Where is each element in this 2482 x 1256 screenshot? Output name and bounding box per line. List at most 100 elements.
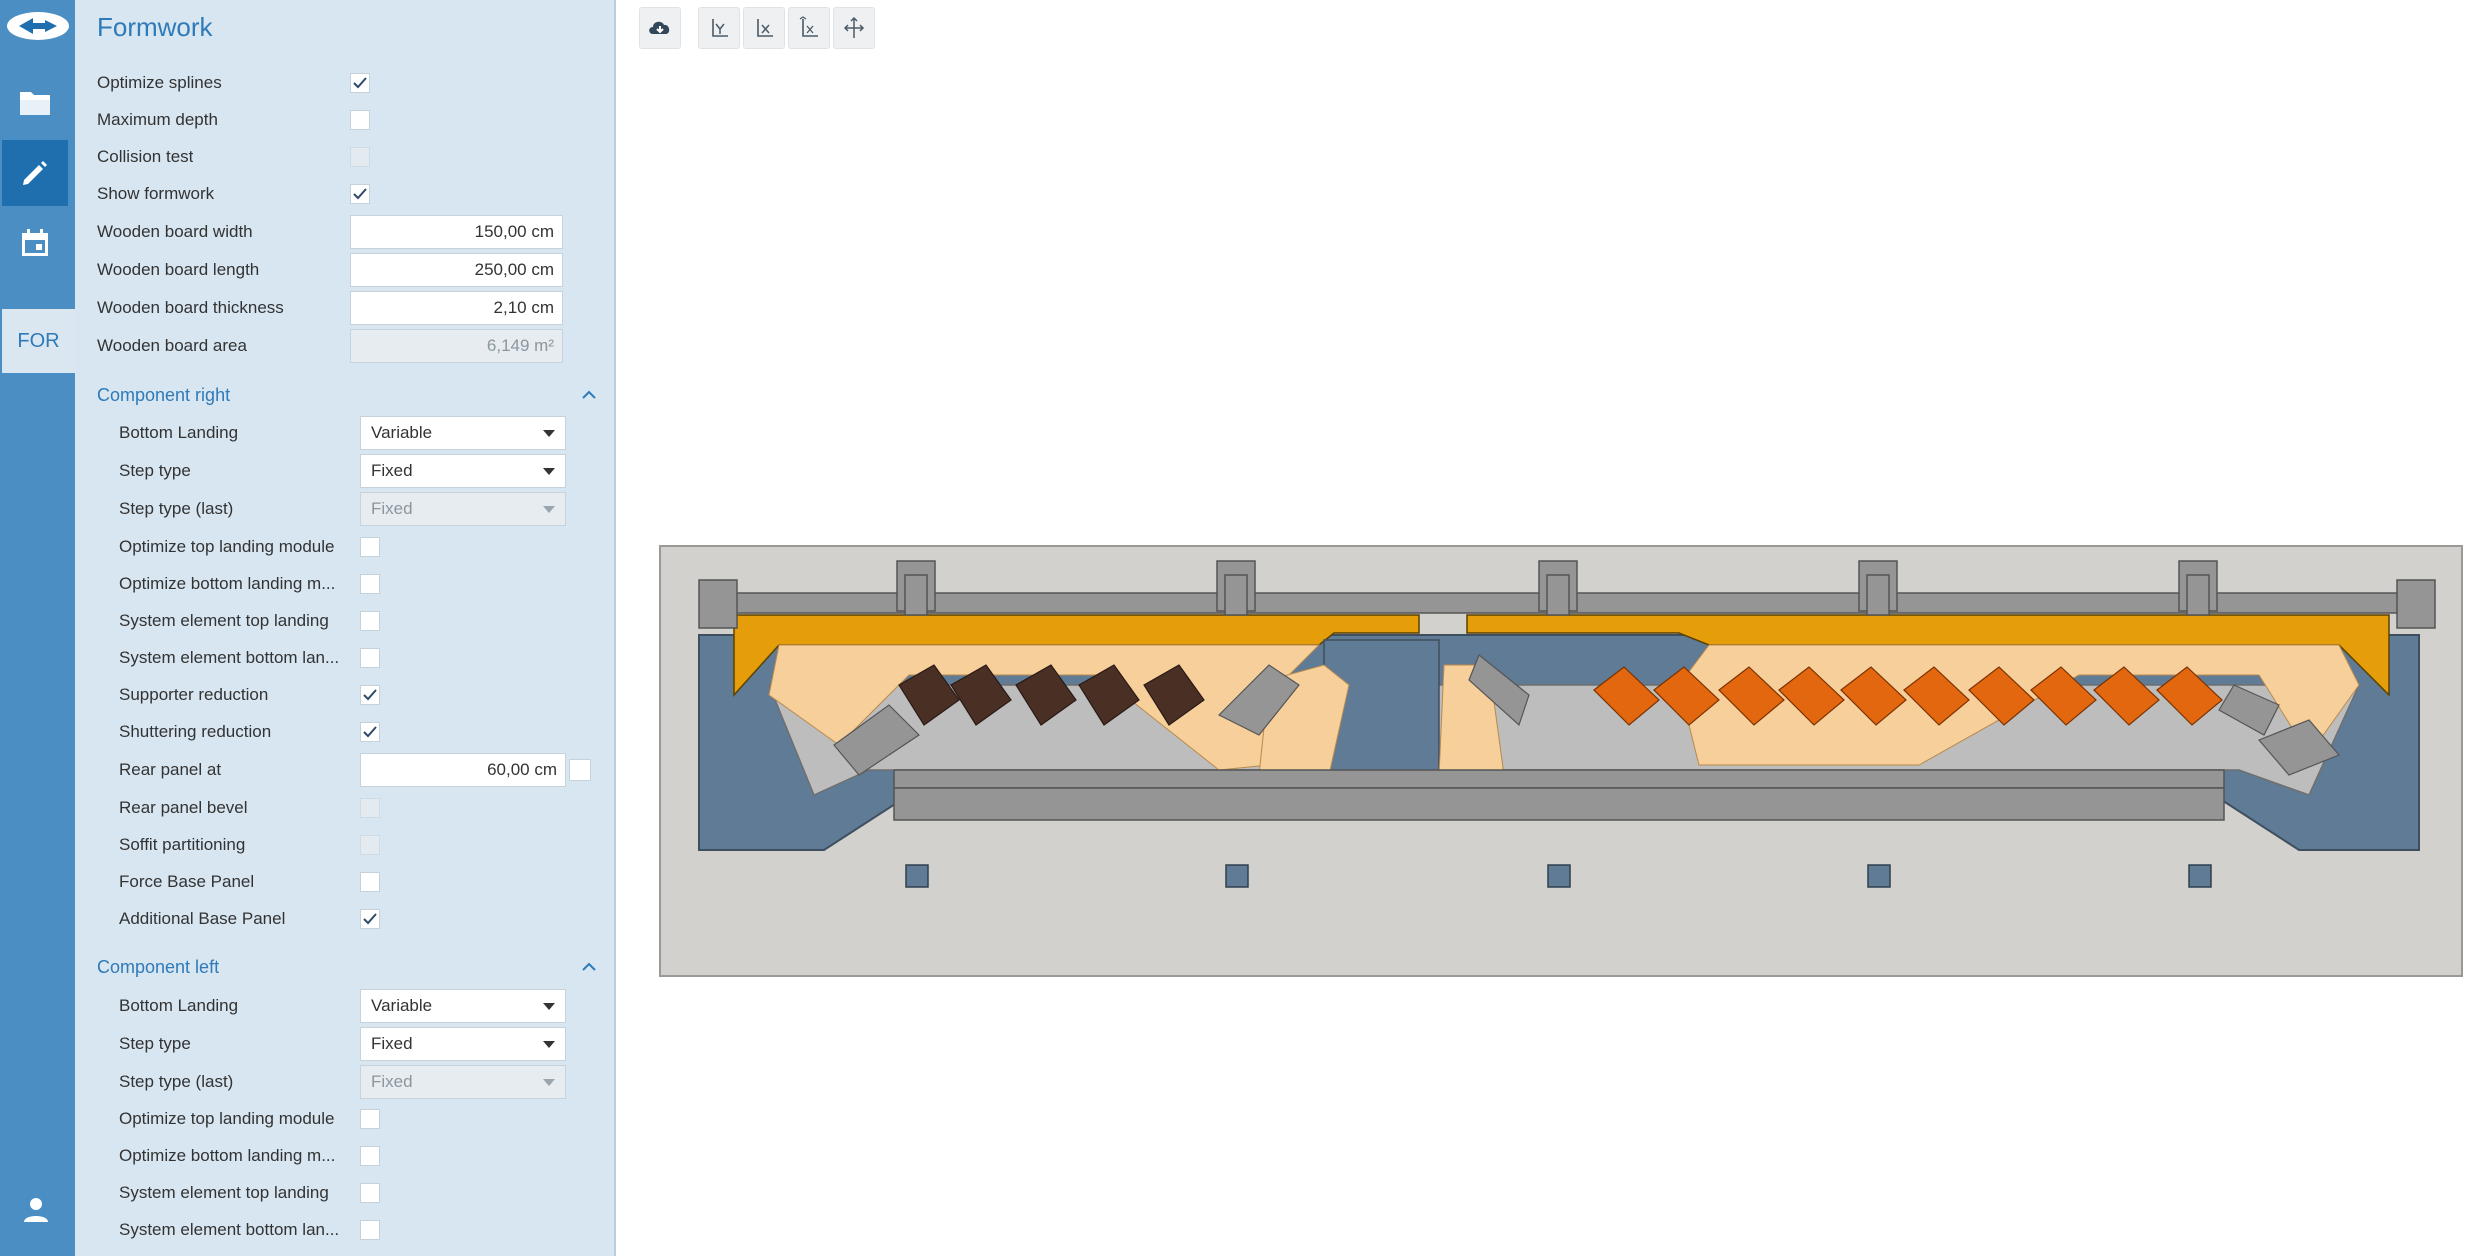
- cr-step-type-value: Fixed: [371, 461, 413, 480]
- cr-shuttering-reduction-label: Shuttering reduction: [119, 722, 272, 741]
- cr-additional-base-panel-row: Additional Base Panel: [119, 902, 285, 936]
- dropdown-caret-icon: [543, 505, 555, 513]
- cr-opt-bottom-landing-checkbox[interactable]: [360, 574, 380, 594]
- cr-opt-bottom-landing-row: Optimize bottom landing m...: [119, 567, 359, 601]
- cr-bottom-landing-value: Variable: [371, 423, 433, 442]
- cr-soffit-partitioning-row: Soffit partitioning: [119, 828, 245, 862]
- formwork-tab[interactable]: FOR: [2, 309, 75, 373]
- pencil-icon: [23, 161, 47, 185]
- cl-step-type-select[interactable]: Fixed: [360, 1027, 566, 1061]
- dropdown-caret-icon: [543, 467, 555, 475]
- export-button[interactable]: [639, 7, 681, 49]
- chevron-up-icon: [582, 962, 596, 971]
- dropdown-caret-icon: [543, 1078, 555, 1086]
- maximum-depth-row: Maximum depth: [97, 103, 218, 137]
- cr-sys-bottom-landing-checkbox[interactable]: [360, 648, 380, 668]
- board-thickness-label: Wooden board thickness: [97, 298, 284, 317]
- cl-opt-bottom-landing-label: Optimize bottom landing m...: [119, 1146, 336, 1165]
- cr-rear-panel-label: Rear panel at: [119, 760, 222, 779]
- dropdown-caret-icon: [543, 1040, 555, 1048]
- cl-bottom-landing-value: Variable: [371, 996, 433, 1015]
- cr-sys-bottom-landing-label: System element bottom lan...: [119, 648, 340, 667]
- show-formwork-checkbox[interactable]: [350, 184, 370, 204]
- cl-sys-top-landing-checkbox[interactable]: [360, 1183, 380, 1203]
- cr-step-type-last-label: Step type (last): [119, 499, 234, 518]
- board-area-row: Wooden board area: [97, 329, 247, 363]
- cr-rear-panel-bevel-checkbox[interactable]: [360, 798, 380, 818]
- cr-additional-base-panel-checkbox[interactable]: [360, 909, 380, 929]
- cr-soffit-partitioning-label: Soffit partitioning: [119, 835, 246, 854]
- board-length-input[interactable]: 250,00 cm: [350, 253, 563, 287]
- board-area-value: 6,149 m²: [350, 329, 563, 363]
- cr-step-type-last-select: Fixed: [360, 492, 566, 526]
- show-formwork-label: Show formwork: [97, 184, 215, 203]
- cr-supporter-reduction-checkbox[interactable]: [360, 685, 380, 705]
- user-account-button[interactable]: [12, 1186, 60, 1234]
- cl-step-type-last-value: Fixed: [371, 1072, 413, 1091]
- optimize-splines-checkbox[interactable]: [350, 73, 370, 93]
- board-width-input[interactable]: 150,00 cm: [350, 215, 563, 249]
- cr-rear-panel-input[interactable]: 60,00 cm: [360, 753, 566, 787]
- schedule-button[interactable]: [2, 210, 68, 276]
- user-icon: [24, 1198, 48, 1222]
- dropdown-caret-icon: [543, 429, 555, 437]
- cl-opt-top-landing-checkbox[interactable]: [360, 1109, 380, 1129]
- view-axis-x-button[interactable]: [743, 7, 785, 49]
- cl-opt-bottom-landing-checkbox[interactable]: [360, 1146, 380, 1166]
- check-icon: [363, 913, 377, 925]
- board-width-label: Wooden board width: [97, 222, 253, 241]
- app-logo[interactable]: [0, 0, 75, 52]
- component-left-header[interactable]: Component left: [97, 952, 597, 982]
- cr-force-base-panel-checkbox[interactable]: [360, 872, 380, 892]
- cl-step-type-last-select: Fixed: [360, 1065, 566, 1099]
- cl-bottom-landing-label: Bottom Landing: [119, 996, 239, 1015]
- component-right-title: Component right: [97, 384, 231, 405]
- show-formwork-row: Show formwork: [97, 177, 214, 211]
- cr-rear-panel-row: Rear panel at: [119, 753, 221, 787]
- maximum-depth-checkbox[interactable]: [350, 110, 370, 130]
- cr-bottom-landing-select[interactable]: Variable: [360, 416, 566, 450]
- move-arrows-icon: [843, 16, 865, 38]
- collision-test-checkbox[interactable]: [350, 147, 370, 167]
- cr-sys-top-landing-checkbox[interactable]: [360, 611, 380, 631]
- cl-opt-top-landing-label: Optimize top landing module: [119, 1109, 335, 1128]
- cl-opt-bottom-landing-row: Optimize bottom landing m...: [119, 1139, 359, 1173]
- check-icon: [353, 188, 367, 200]
- cl-sys-bottom-landing-label: System element bottom lan...: [119, 1220, 340, 1239]
- cr-shuttering-reduction-checkbox[interactable]: [360, 722, 380, 742]
- formwork-drawing-canvas[interactable]: [659, 545, 2463, 977]
- component-right-header[interactable]: Component right: [97, 380, 597, 410]
- cl-bottom-landing-select[interactable]: Variable: [360, 989, 566, 1023]
- app-sidebar: FOR: [0, 0, 75, 1256]
- cr-rear-panel-checkbox[interactable]: [569, 759, 591, 781]
- board-area-label: Wooden board area: [97, 336, 247, 355]
- cl-sys-bottom-landing-checkbox[interactable]: [360, 1220, 380, 1240]
- cr-step-type-row: Step type: [119, 454, 191, 488]
- cr-supporter-reduction-label: Supporter reduction: [119, 685, 269, 704]
- cr-additional-base-panel-label: Additional Base Panel: [119, 909, 286, 928]
- cr-force-base-panel-row: Force Base Panel: [119, 865, 254, 899]
- board-thickness-row: Wooden board thickness: [97, 291, 284, 325]
- pan-button[interactable]: [833, 7, 875, 49]
- cl-sys-top-landing-label: System element top landing: [119, 1183, 329, 1202]
- open-project-button[interactable]: [2, 70, 68, 136]
- edit-button[interactable]: [2, 140, 68, 206]
- cr-opt-top-landing-label: Optimize top landing module: [119, 537, 335, 556]
- cr-bottom-landing-row: Bottom Landing: [119, 416, 238, 450]
- cl-step-type-value: Fixed: [371, 1034, 413, 1053]
- check-icon: [353, 77, 367, 89]
- cr-soffit-partitioning-checkbox[interactable]: [360, 835, 380, 855]
- cr-opt-top-landing-checkbox[interactable]: [360, 537, 380, 557]
- view-axis-y-button[interactable]: [698, 7, 740, 49]
- dropdown-caret-icon: [543, 1002, 555, 1010]
- cr-opt-bottom-landing-label: Optimize bottom landing m...: [119, 574, 336, 593]
- cloud-download-icon: [649, 21, 670, 34]
- cl-sys-top-landing-row: System element top landing: [119, 1176, 359, 1210]
- view-axis-xy-button[interactable]: [788, 7, 830, 49]
- cl-step-type-last-label: Step type (last): [119, 1072, 234, 1091]
- cl-sys-bottom-landing-row: System element bottom lan...: [119, 1213, 359, 1247]
- optimize-splines-row: Optimize splines: [97, 66, 222, 100]
- board-thickness-input[interactable]: 2,10 cm: [350, 291, 563, 325]
- cr-step-type-select[interactable]: Fixed: [360, 454, 566, 488]
- formwork-drawing: [659, 545, 2463, 977]
